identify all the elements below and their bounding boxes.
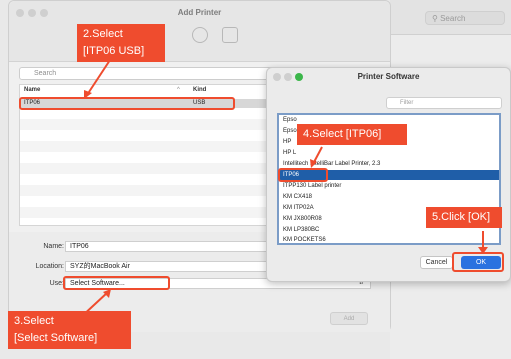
highlight-ok-button xyxy=(452,252,504,272)
annotation-step5: 5.Click [OK] xyxy=(426,207,502,228)
software-item[interactable]: HP L xyxy=(279,148,499,158)
highlight-itp06-item xyxy=(278,168,328,182)
annotation-step2: 2.Select [ITP06 USB] xyxy=(77,24,165,62)
filter-input[interactable]: Filter xyxy=(386,97,502,109)
name-field[interactable]: ITP06 xyxy=(65,241,275,252)
software-item[interactable]: KM CX418 xyxy=(279,192,499,202)
search-icon: ⚲ xyxy=(432,14,441,23)
dialog-title: Printer Software xyxy=(357,72,420,81)
list-stripe xyxy=(20,163,280,174)
list-stripe xyxy=(20,141,280,152)
background-search-input[interactable]: ⚲ Search xyxy=(425,11,505,25)
search-input[interactable]: Search xyxy=(19,67,279,80)
software-item[interactable]: KM POCKETS6 xyxy=(279,235,499,245)
list-stripe xyxy=(20,207,280,218)
list-stripe xyxy=(20,185,280,196)
column-header-kind[interactable]: Kind xyxy=(193,87,206,93)
list-stripe xyxy=(20,119,280,130)
use-label: Use: xyxy=(49,280,64,287)
location-field[interactable]: SYZ的MacBook Air xyxy=(65,261,275,272)
printer-icon[interactable] xyxy=(222,27,238,43)
add-button[interactable]: Add xyxy=(330,312,368,325)
window-title: Add Printer xyxy=(177,8,222,17)
highlight-use-select xyxy=(63,276,170,290)
cancel-button[interactable]: Cancel xyxy=(420,256,453,269)
highlight-printer-row xyxy=(19,97,235,110)
name-label: Name: xyxy=(43,243,64,250)
column-header-name[interactable]: Name xyxy=(24,87,40,93)
location-label: Location: xyxy=(35,263,64,270)
annotation-step4: 4.Select [ITP06] xyxy=(297,124,407,145)
software-item[interactable]: ITPP130 Label printer xyxy=(279,181,499,191)
globe-icon[interactable] xyxy=(192,27,208,43)
sort-indicator-icon: ^ xyxy=(177,87,180,93)
annotation-step3: 3.Select [Select Software] xyxy=(8,311,131,349)
